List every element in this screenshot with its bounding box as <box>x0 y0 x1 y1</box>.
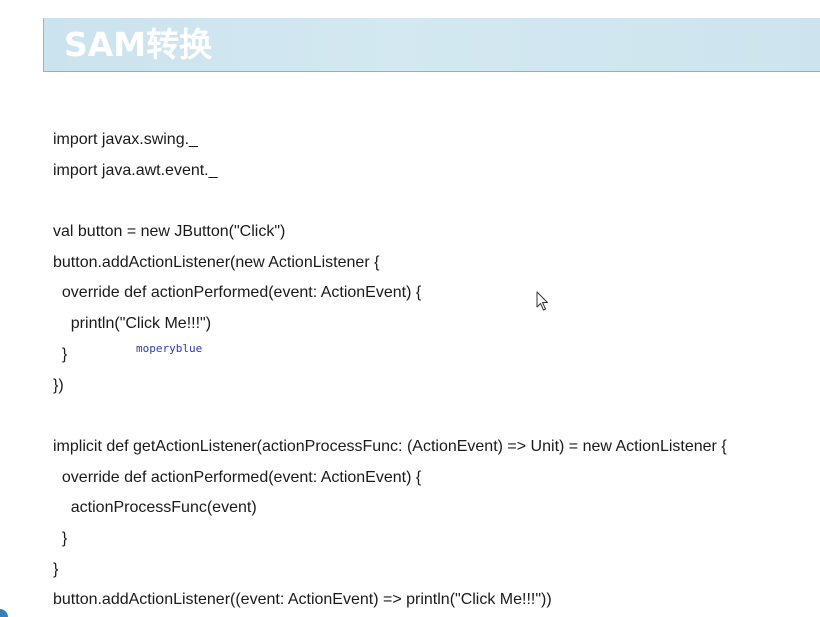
code-line: import javax.swing._ <box>53 131 198 148</box>
watermark-text: moperyblue <box>136 342 203 355</box>
code-line: }) <box>53 376 64 394</box>
corner-decoration <box>0 609 8 617</box>
code-line: button.addActionListener((event: ActionE… <box>53 591 552 609</box>
code-line: val button = new JButton("Click") <box>53 223 286 241</box>
code-line: override def actionPerformed(event: Acti… <box>53 468 422 486</box>
code-block: import javax.swing._ import java.awt.eve… <box>53 125 813 616</box>
code-line: import java.awt.event._ <box>53 161 218 179</box>
code-line: button.addActionListener(new ActionListe… <box>53 253 380 271</box>
mouse-pointer-icon <box>536 291 548 311</box>
code-line: } <box>53 529 68 547</box>
code-line: } <box>53 560 59 578</box>
slide: SAM转换 import javax.swing._ import java.a… <box>0 0 820 617</box>
code-line: println("Click Me!!!") <box>53 315 212 333</box>
code-line: actionProcessFunc(event) <box>53 499 257 517</box>
slide-title: SAM转换 <box>64 25 213 64</box>
title-bar: SAM转换 <box>43 18 820 72</box>
code-line: override def actionPerformed(event: Acti… <box>53 284 422 302</box>
code-line: implicit def getActionListener(actionPro… <box>53 437 727 455</box>
